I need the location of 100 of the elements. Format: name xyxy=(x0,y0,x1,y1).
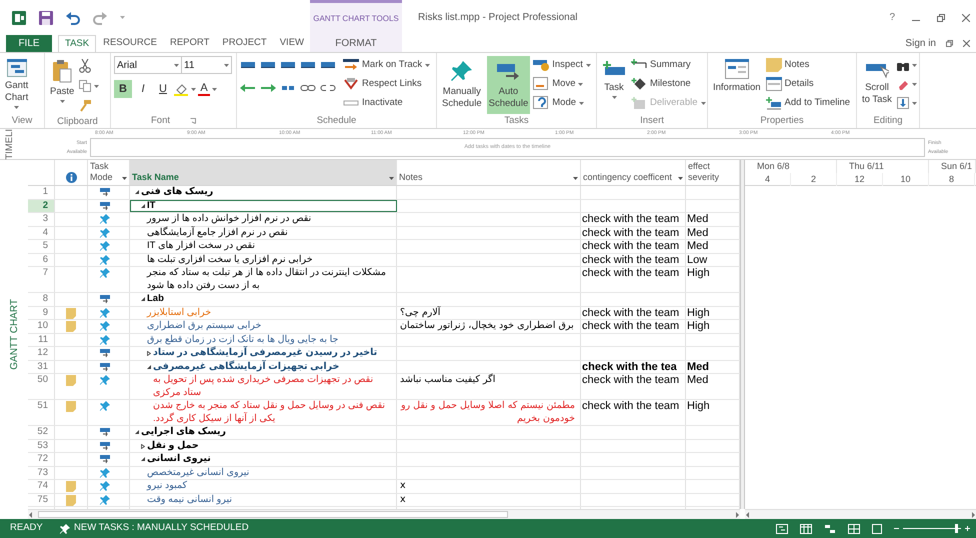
file-tab[interactable]: FILE xyxy=(6,35,52,52)
horizontal-scrollbar[interactable] xyxy=(745,509,976,519)
dialog-launcher-icon[interactable] xyxy=(190,118,196,124)
report-view-icon[interactable] xyxy=(872,524,882,534)
row-number[interactable]: 10 xyxy=(28,320,55,332)
column-header[interactable]: Notes xyxy=(399,172,573,183)
gantt-chart-button[interactable]: Gantt Chart xyxy=(3,56,30,114)
paste-button[interactable]: Paste xyxy=(48,56,76,114)
scroll-to-task-button[interactable]: Scroll to Task xyxy=(860,56,894,114)
timescale-label: 2 xyxy=(810,174,816,184)
ribbon-tab[interactable]: FORMAT xyxy=(310,35,402,52)
collapsed-triangle-icon[interactable] xyxy=(147,351,151,356)
font-style-button[interactable]: U xyxy=(154,80,172,98)
mode-button[interactable]: Mode xyxy=(533,94,591,112)
task-name-cell[interactable]: IT xyxy=(130,200,397,212)
row-number[interactable]: 4 xyxy=(28,226,55,239)
row-number[interactable]: 8 xyxy=(28,293,55,306)
ribbon-tab[interactable]: TASK xyxy=(58,35,96,52)
restore-icon[interactable] xyxy=(937,14,945,22)
font-style-button[interactable]: I xyxy=(134,80,152,98)
milestone-button[interactable]: Milestone xyxy=(631,75,706,93)
details-button[interactable]: Details xyxy=(766,75,850,93)
timescale-label: 4 xyxy=(764,174,770,184)
note-text: برق اضطراری خود یخچال، ژنراتور ساختمان xyxy=(400,320,575,332)
zoom-slider[interactable] xyxy=(894,524,970,534)
arrow-right-icon[interactable] xyxy=(260,82,276,94)
task-name: نقص در سخت افزار های IT xyxy=(147,240,255,252)
unlink-icon[interactable] xyxy=(320,82,336,94)
pushpin-icon xyxy=(100,334,110,344)
expanded-triangle-icon[interactable] xyxy=(141,457,145,461)
row-number[interactable]: 3 xyxy=(28,213,55,226)
link-icon[interactable] xyxy=(300,82,316,94)
row-number[interactable]: 7 xyxy=(28,267,55,292)
move-button[interactable]: Move xyxy=(533,75,591,93)
gantt-view-icon[interactable] xyxy=(776,524,788,534)
information-button[interactable]: Information xyxy=(711,56,763,114)
row-number[interactable]: 11 xyxy=(28,334,55,346)
row-number[interactable]: 31 xyxy=(28,360,55,373)
close-icon[interactable] xyxy=(963,40,970,47)
undo-icon[interactable] xyxy=(66,10,80,24)
pushpin-icon xyxy=(100,268,110,278)
row-number[interactable]: 53 xyxy=(28,440,55,452)
sign-in-link[interactable]: Sign in xyxy=(905,36,936,51)
scroll-thumb[interactable] xyxy=(38,511,508,518)
font-style-button[interactable]: B xyxy=(114,80,132,98)
auto-schedule-button[interactable]: Auto Schedule xyxy=(486,56,530,114)
inspect-button[interactable]: Inspect xyxy=(533,56,591,74)
team-planner-view-icon[interactable] xyxy=(824,524,836,534)
row-number[interactable]: 51 xyxy=(28,400,55,425)
ribbon-tab[interactable]: REPORT xyxy=(164,35,216,52)
summary-button[interactable]: Summary xyxy=(631,56,706,74)
table-cell: check with the team xyxy=(581,226,686,239)
app-logo-icon[interactable] xyxy=(12,10,26,24)
inactivate-button[interactable]: Inactivate xyxy=(343,94,430,112)
row-number[interactable]: 75 xyxy=(28,494,55,506)
respect-links-button[interactable]: Respect Links xyxy=(343,75,430,93)
font-name-field[interactable]: Arial xyxy=(114,56,182,74)
column-header[interactable]: Task Mode xyxy=(90,161,122,183)
row-number[interactable]: 73 xyxy=(28,466,55,479)
help-button[interactable]: ? xyxy=(889,10,895,25)
expanded-triangle-icon[interactable] xyxy=(135,430,139,434)
row-number[interactable]: 6 xyxy=(28,254,55,266)
expanded-triangle-icon[interactable] xyxy=(141,204,145,208)
row-number[interactable]: 1 xyxy=(28,186,55,198)
collapsed-triangle-icon[interactable] xyxy=(141,444,145,448)
ribbon-tab[interactable]: PROJECT xyxy=(216,35,273,52)
mark-on-track-button[interactable]: Mark on Track xyxy=(343,56,430,74)
notes-button[interactable]: Notes xyxy=(766,56,850,74)
row-number[interactable]: 72 xyxy=(28,453,55,466)
column-header[interactable]: effect severity xyxy=(688,161,737,183)
expanded-triangle-icon[interactable] xyxy=(147,364,151,368)
save-icon[interactable] xyxy=(39,10,53,24)
font-color-button[interactable]: A xyxy=(198,80,217,98)
horizontal-scrollbar[interactable] xyxy=(28,509,740,519)
manually-schedule-button[interactable]: Manually Schedule xyxy=(440,56,484,114)
task-name: نقص در تجهیزات مصرفی خریداری شده پس از تحویل به ستاد مرکزی xyxy=(153,374,374,399)
fill-button[interactable] xyxy=(896,94,917,112)
row-number[interactable]: 74 xyxy=(28,480,55,492)
restore-icon[interactable] xyxy=(946,40,953,47)
row-number[interactable]: 12 xyxy=(28,347,55,360)
arrow-left-icon[interactable] xyxy=(240,82,256,94)
expanded-triangle-icon[interactable] xyxy=(141,297,145,301)
row-number[interactable]: 50 xyxy=(28,374,55,399)
row-number[interactable]: 2 xyxy=(28,200,55,212)
add-to-timeline-button[interactable]: Add to Timeline xyxy=(766,94,850,112)
resource-sheet-view-icon[interactable] xyxy=(848,524,860,534)
row-number[interactable]: 5 xyxy=(28,240,55,252)
ribbon-tab[interactable]: RESOURCE xyxy=(97,35,163,52)
font-size-field[interactable]: 11 xyxy=(182,56,232,74)
row-number[interactable]: 52 xyxy=(28,426,55,438)
column-header[interactable]: contingency coefficent xyxy=(583,172,678,183)
row-number[interactable]: 9 xyxy=(28,306,55,319)
close-icon[interactable] xyxy=(962,14,970,22)
caret-icon xyxy=(60,100,65,103)
ribbon-tab[interactable]: VIEW xyxy=(274,35,310,52)
bar-arrow-icon xyxy=(100,187,110,197)
note-icon xyxy=(766,58,782,72)
task-usage-view-icon[interactable] xyxy=(800,524,812,534)
expanded-triangle-icon[interactable] xyxy=(135,190,139,194)
task-button[interactable]: Task xyxy=(600,56,628,114)
